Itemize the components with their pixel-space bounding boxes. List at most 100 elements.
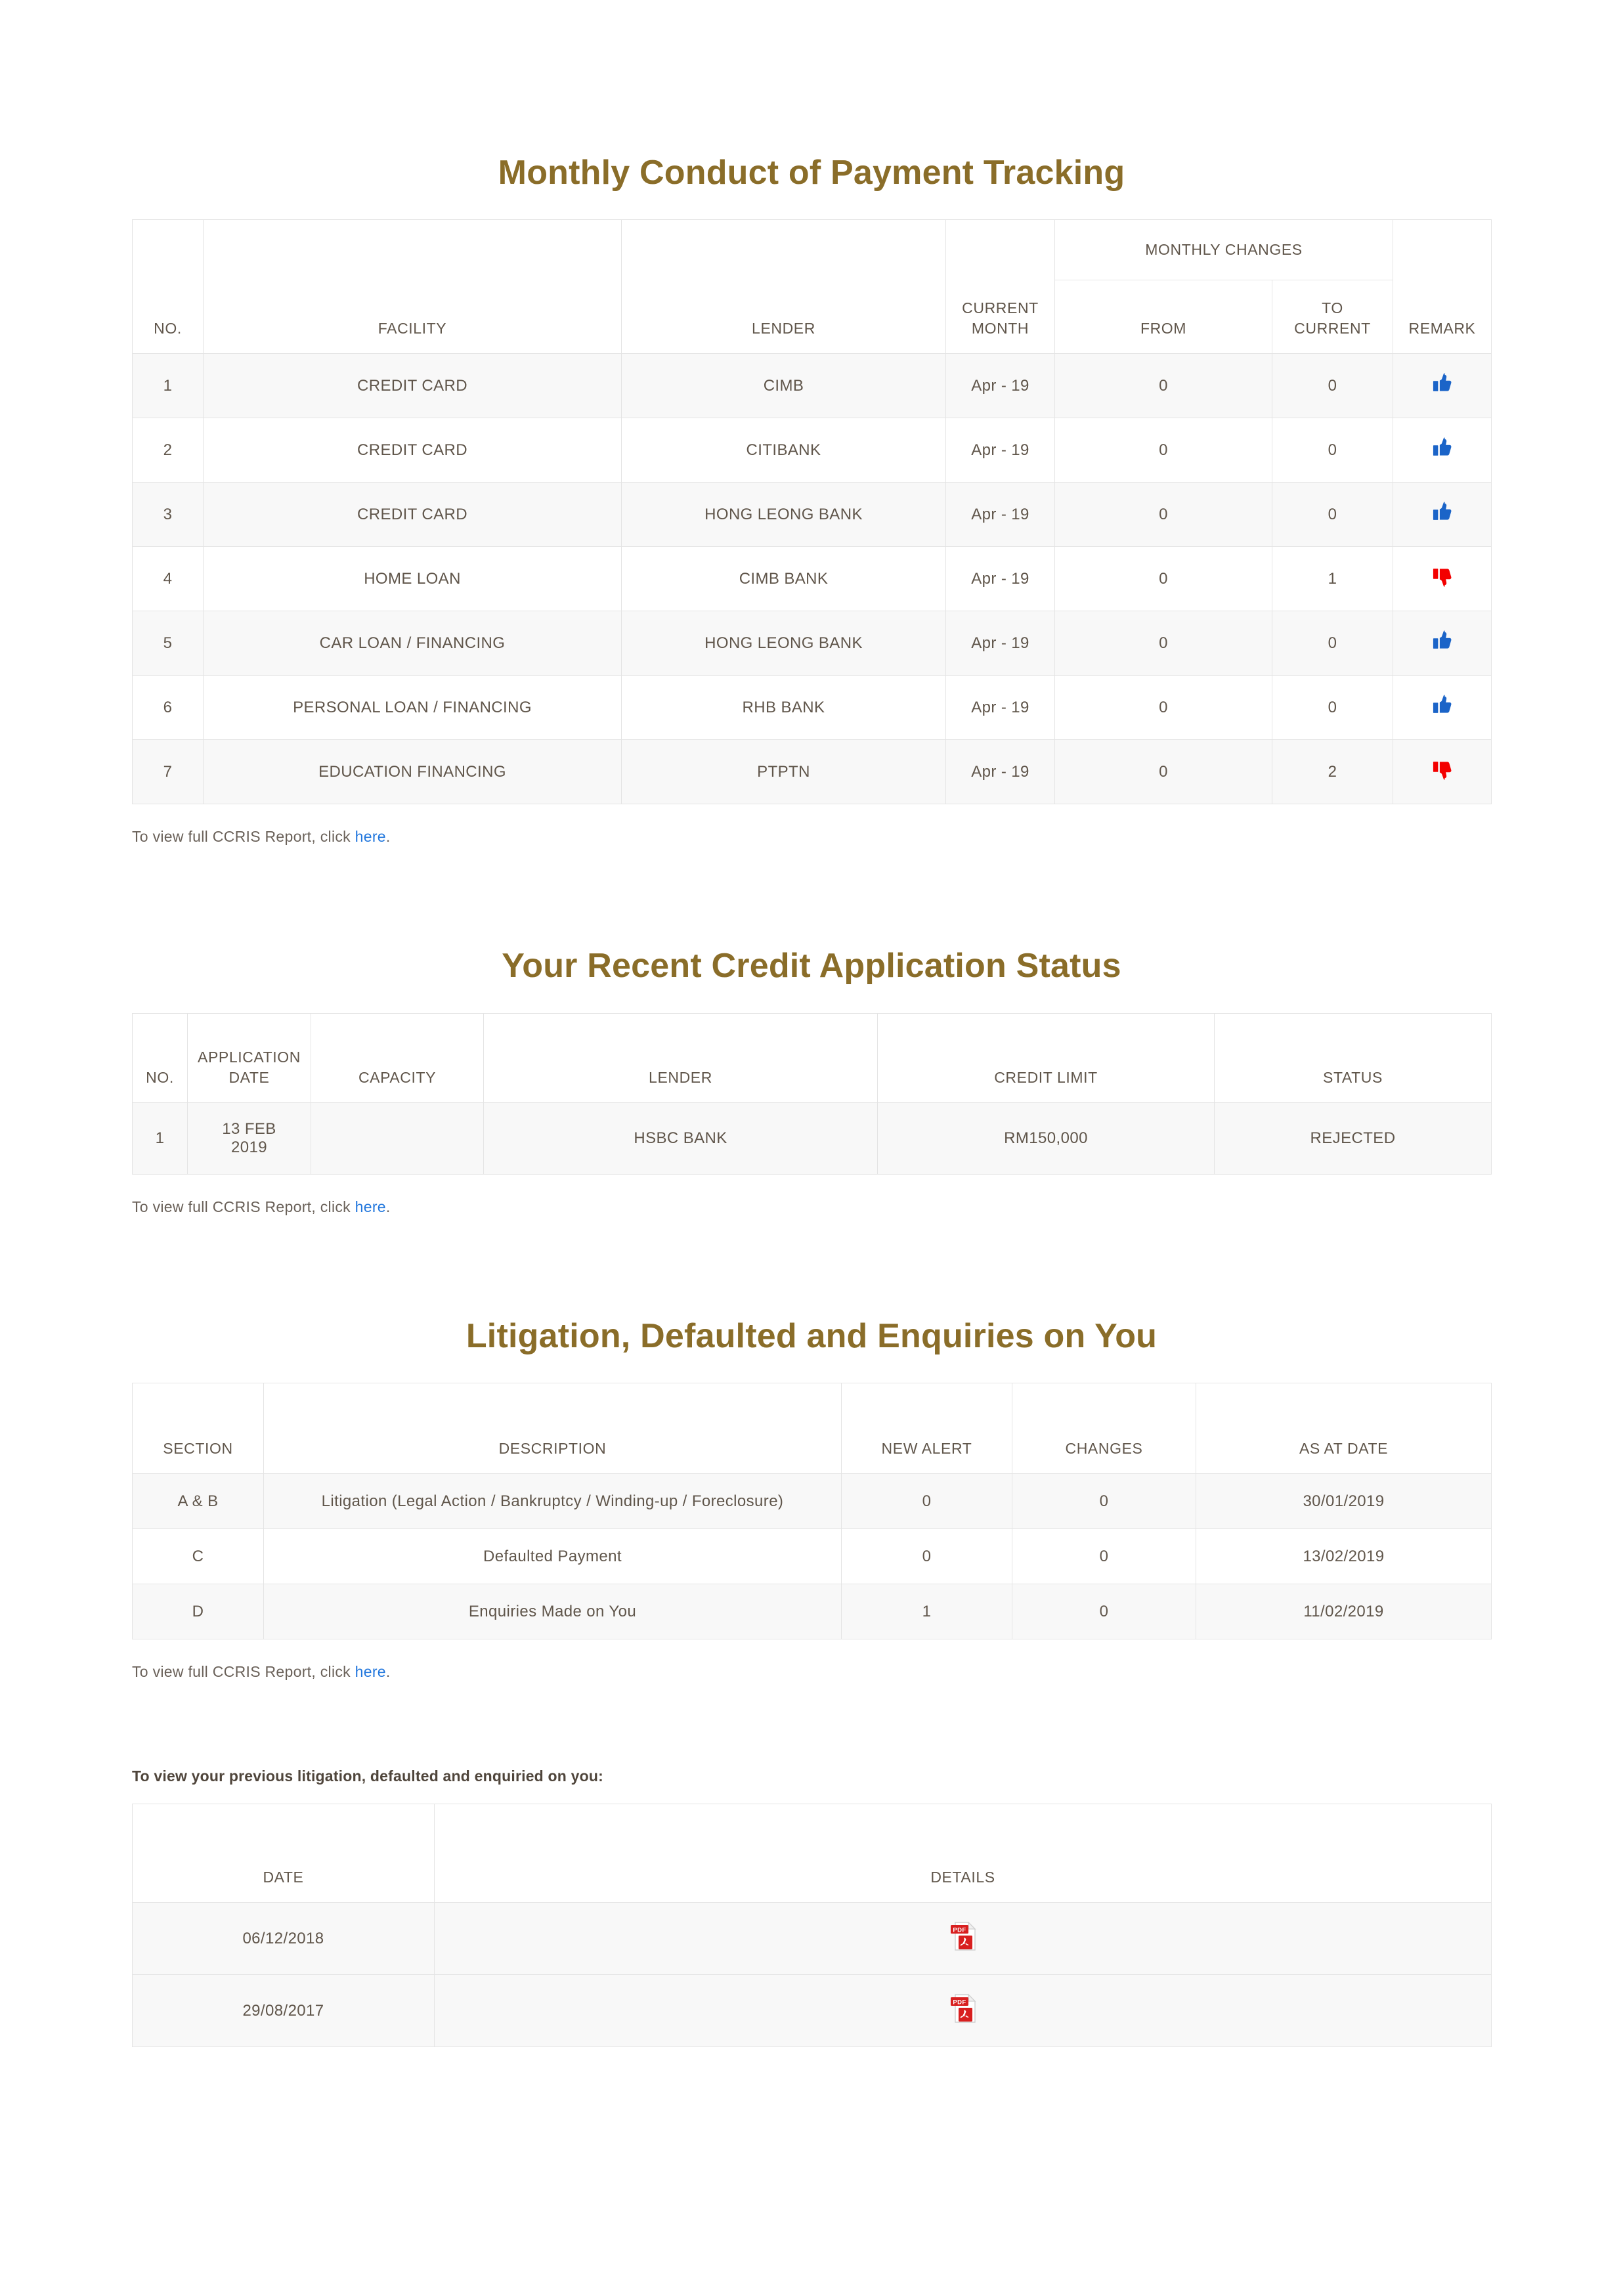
cell-current-month: Apr - 19 [945,482,1055,548]
cell-remark [1393,739,1492,805]
ccris-note-3-suffix: . [385,1663,391,1681]
col-header-to-current-line1: TO [1322,299,1343,317]
table-row: 7 EDUCATION FINANCING PTPTN Apr - 19 0 2 [132,739,1492,805]
table-header-row: SECTION DESCRIPTION NEW ALERT CHANGES AS… [132,1383,1492,1475]
cell-details[interactable]: PDF [434,1902,1492,1976]
cell-no: 1 [132,1102,188,1175]
section-previous-records: To view your previous litigation, defaul… [132,1767,1492,2048]
ccris-note-2-suffix: . [385,1198,391,1215]
cell-no: 6 [132,675,204,741]
table-row: A & B Litigation (Legal Action / Bankrupt… [132,1473,1492,1530]
cell-from: 0 [1054,675,1272,741]
thumbs-up-icon [1430,435,1455,460]
thumbs-up-icon [1430,500,1455,525]
table-row: 1 CREDIT CARD CIMB Apr - 19 0 0 [132,353,1492,419]
cell-lender: PTPTN [621,739,946,805]
ccris-note-1: To view full CCRIS Report, click here. [132,828,1491,846]
cell-remark [1393,482,1492,548]
section-monthly-conduct: Monthly Conduct of Payment Tracking NO. … [132,152,1492,846]
table-header: DATE DETAILS [132,1804,1492,1903]
cell-as-at-date: 13/02/2019 [1196,1528,1492,1585]
table-row: 4 HOME LOAN CIMB BANK Apr - 19 0 1 [132,546,1492,612]
cell-new-alert: 0 [841,1473,1012,1530]
cell-changes: 0 [1012,1528,1196,1585]
cell-to-current: 0 [1272,482,1393,548]
col-header-facility: FACILITY [203,219,622,355]
table-row: 1 13 FEB 2019 HSBC BANK RM150,000 REJECTED [132,1102,1492,1175]
cell-remark [1393,611,1492,676]
section-spacer-3 [132,1681,1491,1767]
col-header-application-date-line2: DATE [228,1068,270,1086]
cell-lender: HONG LEONG BANK [621,482,946,548]
cell-lender: CITIBANK [621,418,946,483]
pdf-icon[interactable]: PDF [949,1992,978,2025]
page-title-credit-application: Your Recent Credit Application Status [502,947,1121,986]
cell-from: 0 [1054,418,1272,483]
col-header-application-date: APPLICATION DATE [187,1012,311,1103]
cell-to-current: 0 [1272,675,1393,741]
cell-description: Litigation (Legal Action / Bankruptcy / … [263,1473,842,1530]
col-header-status: STATUS [1214,1012,1492,1103]
col-header-section: SECTION [132,1383,264,1475]
table-header: NO. APPLICATION DATE CAPACITY LENDER CRE… [132,1012,1492,1103]
credit-application-table-body: 1 13 FEB 2019 HSBC BANK RM150,000 REJECTED [132,1102,1492,1175]
ccris-report-link-3[interactable]: here [355,1663,386,1680]
col-header-credit-limit: CREDIT LIMIT [877,1012,1215,1103]
previous-records-intro: To view your previous litigation, defaul… [132,1767,603,1785]
pdf-icon[interactable]: PDF [949,1920,978,1953]
section-spacer-2 [132,1216,1491,1316]
svg-text:PDF: PDF [953,1999,966,2006]
cell-lender: RHB BANK [621,675,946,741]
col-header-new-alert: NEW ALERT [841,1383,1012,1475]
ccris-note-2: To view full CCRIS Report, click here. [132,1198,1491,1216]
table-row: 3 CREDIT CARD HONG LEONG BANK Apr - 19 0 0 [132,482,1492,548]
ccris-report-link-2[interactable]: here [355,1198,386,1215]
cell-new-alert: 0 [841,1528,1012,1585]
cell-facility: EDUCATION FINANCING [203,739,622,805]
cell-no: 3 [132,482,204,548]
litigation-table-body: A & B Litigation (Legal Action / Bankrupt… [132,1473,1492,1640]
page-title-monthly-conduct: Monthly Conduct of Payment Tracking [498,154,1125,192]
cell-section: D [132,1584,264,1640]
ccris-note-1-suffix: . [385,828,391,846]
col-header-capacity: CAPACITY [311,1012,484,1103]
ccris-note-1-prefix: To view full CCRIS Report, click [132,828,355,846]
cell-no: 7 [132,739,204,805]
report-content: Monthly Conduct of Payment Tracking NO. … [132,0,1492,2048]
cell-from: 0 [1054,482,1272,548]
table-row: 29/08/2017 PDF [132,1974,1492,2048]
cell-application-date: 13 FEB 2019 [187,1102,311,1175]
cell-lender: HONG LEONG BANK [621,611,946,676]
col-header-changes: CHANGES [1012,1383,1196,1475]
thumbs-up-icon [1430,693,1455,718]
table-row: 2 CREDIT CARD CITIBANK Apr - 19 0 0 [132,418,1492,483]
cell-current-month: Apr - 19 [945,353,1055,419]
col-header-current-month: CURRENT MONTH [945,219,1055,355]
cell-no: 1 [132,353,204,419]
cell-no: 5 [132,611,204,676]
ccris-report-link-1[interactable]: here [355,828,386,845]
thumbs-down-icon [1430,564,1455,589]
col-header-current-month-line1: CURRENT [962,299,1039,317]
cell-from: 0 [1054,739,1272,805]
col-header-remark: REMARK [1393,219,1492,355]
table-row: 06/12/2018 PDF [132,1902,1492,1976]
litigation-table: SECTION DESCRIPTION NEW ALERT CHANGES AS… [132,1383,1492,1640]
table-header-row: DATE DETAILS [132,1804,1492,1903]
cell-current-month: Apr - 19 [945,546,1055,612]
cell-date: 06/12/2018 [132,1902,435,1976]
cell-to-current: 2 [1272,739,1393,805]
col-header-current-month-line2: MONTH [971,320,1029,337]
col-header-monthly-changes: MONTHLY CHANGES [1054,219,1393,281]
cell-section: C [132,1528,264,1585]
col-header-as-at-date: AS AT DATE [1196,1383,1492,1475]
col-header-application-date-line1: APPLICATION [198,1048,301,1066]
table-row: D Enquiries Made on You 1 0 11/02/2019 [132,1584,1492,1640]
section-credit-application: Your Recent Credit Application Status NO… [132,945,1492,1216]
cell-to-current: 0 [1272,611,1393,676]
cell-details[interactable]: PDF [434,1974,1492,2048]
monthly-conduct-table: NO. FACILITY LENDER CURRENT MONTH MONTHL… [132,219,1492,805]
table-row: 6 PERSONAL LOAN / FINANCING RHB BANK Apr - … [132,675,1492,741]
previous-records-table-body: 06/12/2018 PDF 29/08/2017 PDF [132,1902,1492,2048]
col-header-from: FROM [1054,280,1272,355]
